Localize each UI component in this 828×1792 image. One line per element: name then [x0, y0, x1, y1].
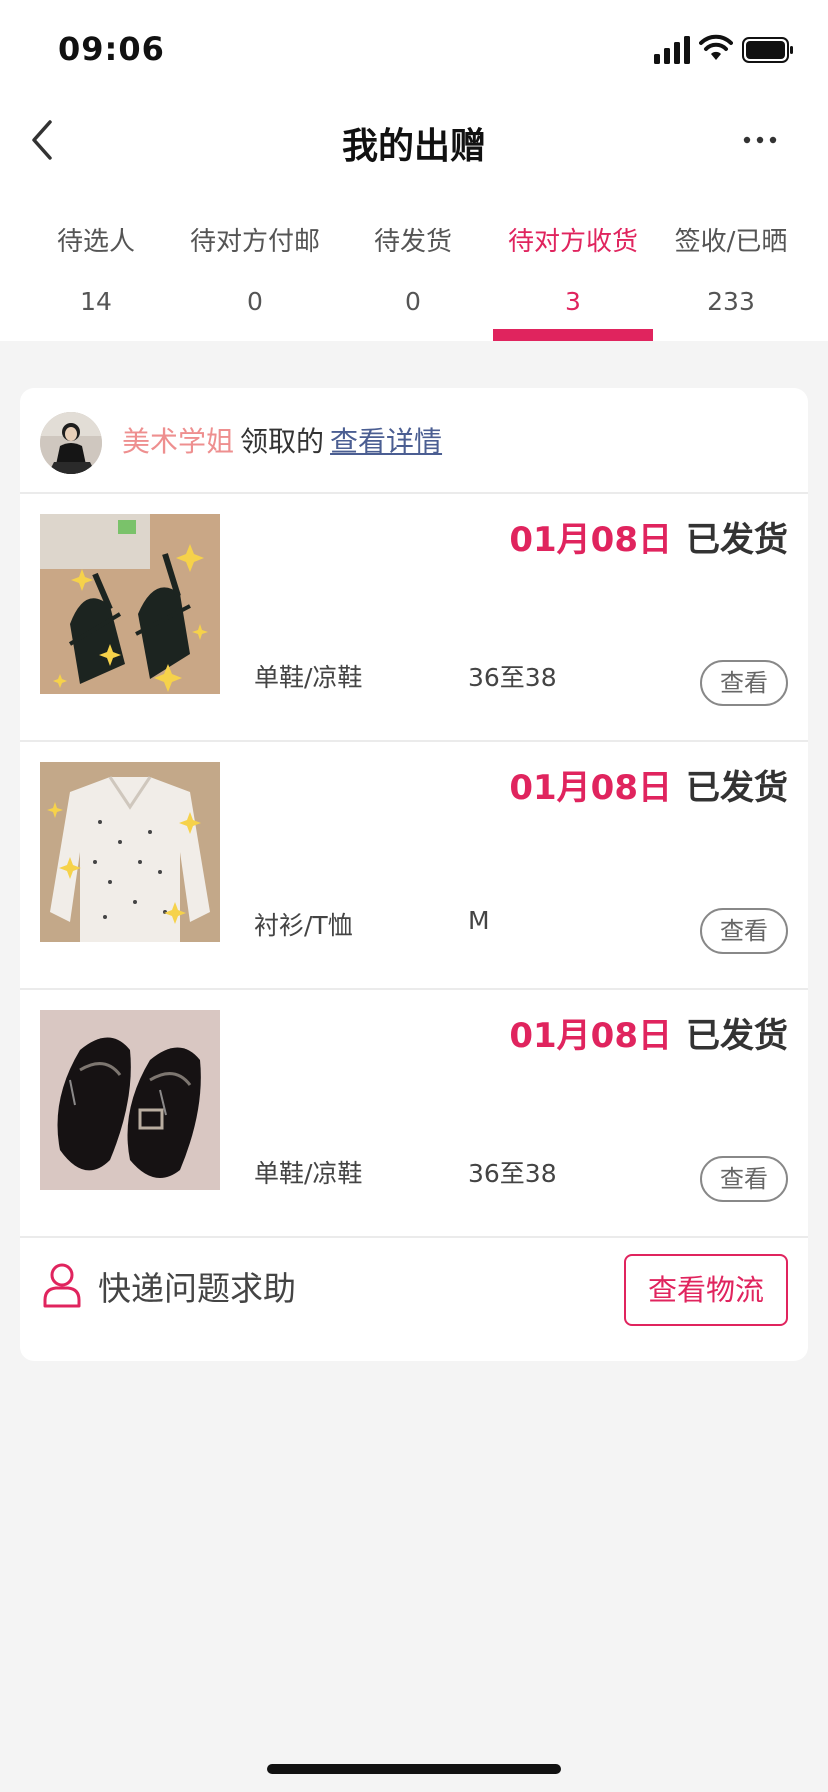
tab-awaiting-selection[interactable]: 待选人 14: [16, 222, 176, 341]
battery-icon: [742, 37, 793, 63]
ship-date: 01月08日 已发货: [509, 760, 788, 809]
date-value: 01月08日: [509, 1016, 672, 1056]
home-indicator[interactable]: [267, 1764, 561, 1774]
item-category: 单鞋/凉鞋: [254, 663, 363, 692]
tab-awaiting-receipt[interactable]: 待对方收货 3: [493, 222, 653, 341]
item-category: 衬衫/T恤: [254, 911, 353, 940]
view-item-button[interactable]: 查看: [700, 908, 788, 954]
wifi-icon: [699, 34, 733, 60]
more-dots-icon[interactable]: [742, 134, 778, 146]
ship-date: 01月08日 已发货: [509, 512, 788, 561]
view-item-button[interactable]: 查看: [700, 1156, 788, 1202]
tab-label: 待对方付邮: [189, 227, 320, 257]
tab-label: 签收/已晒: [674, 227, 788, 257]
track-shipment-button[interactable]: 查看物流: [624, 1254, 788, 1326]
view-item-button[interactable]: 查看: [700, 660, 788, 706]
ship-status: 已发货: [686, 520, 788, 560]
list-item: 01月08日 已发货 单鞋/凉鞋 36至38 查看: [20, 990, 808, 1236]
tab-awaiting-postage[interactable]: 待对方付邮 0: [175, 222, 335, 341]
taker-line: 美术学姐 领取的 查看详情: [122, 420, 442, 464]
tab-label: 待发货: [373, 227, 452, 257]
item-size: 36至38: [468, 1159, 557, 1188]
tab-count: 3: [565, 287, 581, 316]
tab-awaiting-shipment[interactable]: 待发货 0: [333, 222, 493, 341]
page-title: 我的出赠: [341, 126, 486, 167]
list-item: 01月08日 已发货 衬衫/T恤 M 查看: [20, 742, 808, 988]
view-details-link[interactable]: 查看详情: [330, 425, 442, 458]
white-shirt-photo[interactable]: [40, 762, 220, 942]
item-size: M: [468, 906, 490, 935]
avatar[interactable]: [40, 412, 102, 474]
tab-label: 待对方收货: [507, 227, 638, 257]
ship-status: 已发货: [686, 768, 788, 808]
status-time: 09:06: [58, 30, 165, 68]
signal-icon: [654, 36, 690, 64]
delivery-help-link[interactable]: 快递问题求助: [98, 1262, 296, 1310]
ship-status: 已发货: [686, 1016, 788, 1056]
black-sandals-photo[interactable]: [40, 514, 220, 694]
tab-count: 0: [405, 287, 421, 316]
taker-name[interactable]: 美术学姐: [122, 425, 234, 458]
list-item: 01月08日 已发货 单鞋/凉鞋 36至38 查看: [20, 494, 808, 740]
tab-received-shared[interactable]: 签收/已晒 233: [651, 222, 811, 341]
tab-count: 233: [707, 287, 755, 316]
tab-count: 14: [80, 287, 112, 316]
black-loafers-photo[interactable]: [40, 1010, 220, 1190]
divider: [20, 1236, 808, 1238]
item-category: 单鞋/凉鞋: [254, 1159, 363, 1188]
ship-date: 01月08日 已发货: [509, 1008, 788, 1057]
item-size: 36至38: [468, 663, 557, 692]
date-value: 01月08日: [509, 520, 672, 560]
person-icon[interactable]: [42, 1262, 82, 1308]
tab-count: 0: [247, 287, 263, 316]
date-value: 01月08日: [509, 768, 672, 808]
taker-verb: 领取的: [240, 425, 325, 458]
tab-label: 待选人: [56, 227, 135, 257]
active-tab-indicator: [493, 329, 653, 341]
order-card: 美术学姐 领取的 查看详情 01月08日 已发货 单鞋/凉鞋 36至38 查看 …: [20, 388, 808, 1361]
